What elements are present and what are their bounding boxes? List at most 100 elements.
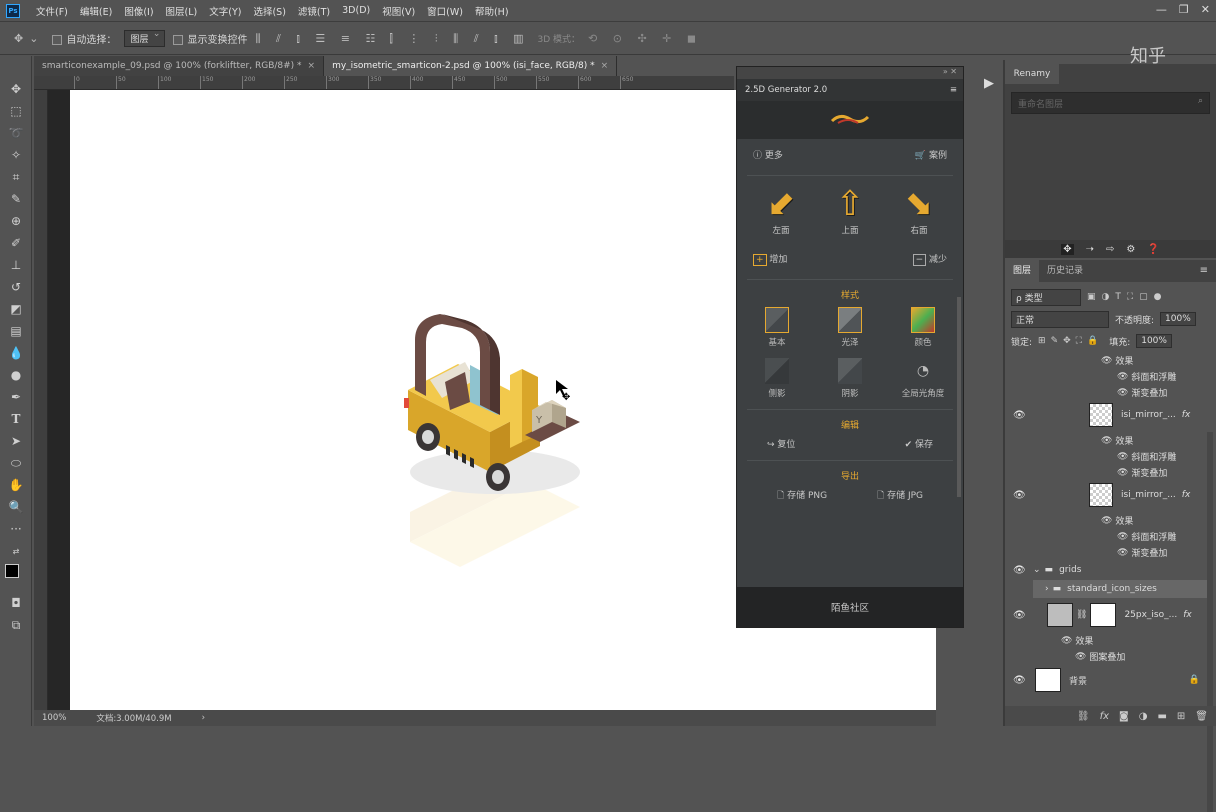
- cases-button[interactable]: 🛒 案例: [915, 148, 947, 161]
- layer-effects-row[interactable]: 👁 效果: [1101, 514, 1216, 528]
- add-mask-icon[interactable]: ◙: [1119, 711, 1129, 722]
- move-icon[interactable]: ✥: [1061, 243, 1074, 255]
- style-basic-button[interactable]: 基本: [747, 307, 807, 348]
- eye-icon[interactable]: 👁: [1117, 468, 1128, 478]
- style-gloss-button[interactable]: 光泽: [820, 307, 880, 348]
- save-jpg-button[interactable]: 🗋 存储 JPG: [877, 488, 923, 504]
- type-tool-icon[interactable]: T: [0, 408, 32, 430]
- style-color-button[interactable]: 颜色: [893, 307, 953, 348]
- style-shadow-button[interactable]: 阴影: [820, 358, 880, 399]
- more-button[interactable]: ⓘ 更多: [753, 148, 783, 161]
- hand-tool-icon[interactable]: ✋: [0, 474, 32, 496]
- lock-icon[interactable]: 🔒: [1189, 675, 1200, 685]
- layer-filter-dropdown[interactable]: ρ 类型: [1011, 288, 1081, 306]
- layer-effect-gradient[interactable]: 👁 渐变叠加: [1117, 386, 1216, 400]
- eye-icon[interactable]: 👁: [1075, 652, 1086, 662]
- renamy-search-input[interactable]: 重命名图层 ⌕: [1011, 92, 1210, 114]
- lasso-tool-icon[interactable]: ➰: [0, 122, 32, 144]
- fill-input[interactable]: 100%: [1136, 334, 1172, 348]
- eye-icon[interactable]: 👁: [1117, 372, 1128, 382]
- crop-tool-icon[interactable]: ⌗: [0, 166, 32, 188]
- menu-file[interactable]: 文件(F): [30, 4, 74, 18]
- fx-badge[interactable]: fx: [1182, 410, 1191, 420]
- layer-group-grids[interactable]: 👁 ⌄ ▬ grids: [1005, 562, 1208, 578]
- link-icon[interactable]: ⛓: [1076, 610, 1087, 620]
- layer-group-standard-icon-sizes[interactable]: › ▬ standard_icon_sizes: [1033, 580, 1208, 598]
- tab-isometric-doc[interactable]: my_isometric_smarticon-2.psd @ 100% (isi…: [324, 56, 618, 76]
- layer-effects-row[interactable]: 👁 效果: [1101, 354, 1216, 368]
- save-png-button[interactable]: 🗋 存储 PNG: [777, 488, 827, 504]
- global-light-button[interactable]: ◔ 全局光角度: [893, 358, 953, 399]
- forward-icon[interactable]: ⇨: [1106, 244, 1114, 255]
- fx-icon[interactable]: fx: [1100, 711, 1109, 722]
- pen-tool-icon[interactable]: ✒: [0, 386, 32, 408]
- eye-icon[interactable]: 👁: [1061, 636, 1072, 646]
- color-swatches[interactable]: [0, 562, 31, 592]
- top-face-button[interactable]: ⇧ 上面: [822, 184, 878, 236]
- align-icons[interactable]: ⫼ ⫽ ⫾ ☰ ≡ ☷: [255, 32, 381, 46]
- foreground-color[interactable]: [5, 564, 19, 578]
- menu-image[interactable]: 图像(I): [118, 4, 159, 18]
- reset-button[interactable]: ↪ 复位: [767, 437, 795, 450]
- eye-icon[interactable]: 👁: [1117, 532, 1128, 542]
- screen-mode-icon[interactable]: ⧉: [0, 614, 32, 636]
- stamp-tool-icon[interactable]: ⊥: [0, 254, 32, 276]
- dodge-tool-icon[interactable]: ●: [0, 364, 32, 386]
- gradient-tool-icon[interactable]: ▤: [0, 320, 32, 342]
- arrow-right-icon[interactable]: ➝: [1086, 244, 1094, 255]
- delete-layer-icon[interactable]: 🗑: [1195, 711, 1208, 722]
- generator-scrollbar[interactable]: [957, 297, 961, 497]
- eye-icon[interactable]: 👁: [1117, 452, 1128, 462]
- eye-icon[interactable]: 👁: [1013, 610, 1026, 621]
- save-button[interactable]: ✔ 保存: [905, 437, 933, 450]
- eye-icon[interactable]: 👁: [1117, 548, 1128, 558]
- menu-window[interactable]: 窗口(W): [421, 4, 469, 18]
- restore-icon[interactable]: ❐: [1179, 3, 1189, 16]
- path-selection-tool-icon[interactable]: ➤: [0, 430, 32, 452]
- menu-edit[interactable]: 编辑(E): [74, 4, 118, 18]
- eye-icon[interactable]: 👁: [1101, 356, 1112, 366]
- layer-filter-icons[interactable]: ▣◑T⛶▢●: [1087, 292, 1168, 302]
- community-link[interactable]: 陌鱼社区: [737, 587, 963, 627]
- left-face-button[interactable]: ⬋ 左面: [753, 184, 809, 236]
- history-brush-tool-icon[interactable]: ↺: [0, 276, 32, 298]
- close-tab-icon[interactable]: ×: [308, 61, 316, 71]
- decrease-button[interactable]: − 减少: [912, 252, 947, 266]
- layer-25px-iso[interactable]: 👁 ⛓ 25px_iso_... fx: [1005, 600, 1208, 630]
- move-tool-icon[interactable]: ✥: [0, 78, 32, 100]
- menu-layer[interactable]: 图层(L): [160, 4, 204, 18]
- layers-scrollbar[interactable]: [1207, 432, 1213, 812]
- layer-effects-row[interactable]: 👁 效果: [1101, 434, 1216, 448]
- menu-3d[interactable]: 3D(D): [336, 5, 376, 16]
- status-arrow-icon[interactable]: ›: [202, 713, 205, 723]
- menu-type[interactable]: 文字(Y): [203, 4, 247, 18]
- menu-filter[interactable]: 滤镜(T): [292, 4, 336, 18]
- lock-icons[interactable]: ⊞✎✥⛶🔒: [1038, 336, 1103, 346]
- layer-effect-gradient[interactable]: 👁 渐变叠加: [1117, 466, 1216, 480]
- eye-icon[interactable]: 👁: [1101, 436, 1112, 446]
- tab-layers[interactable]: 图层: [1005, 260, 1040, 282]
- panel-menu-icon[interactable]: ≡: [950, 85, 957, 95]
- healing-tool-icon[interactable]: ⊕: [0, 210, 32, 232]
- eye-icon[interactable]: 👁: [1013, 675, 1026, 686]
- marquee-tool-icon[interactable]: ⬚: [0, 100, 32, 122]
- fx-badge[interactable]: fx: [1183, 610, 1192, 620]
- help-icon[interactable]: ❓: [1147, 244, 1159, 255]
- menu-help[interactable]: 帮助(H): [469, 4, 515, 18]
- tab-history[interactable]: 历史记录: [1039, 260, 1091, 282]
- brush-tool-icon[interactable]: ✐: [0, 232, 32, 254]
- blur-tool-icon[interactable]: 💧: [0, 342, 32, 364]
- style-silhouette-button[interactable]: 侧影: [747, 358, 807, 399]
- show-transform-checkbox[interactable]: 显示变换控件: [173, 31, 247, 46]
- settings-icon[interactable]: ⚙: [1126, 244, 1135, 255]
- more-tools-icon[interactable]: ···: [0, 518, 32, 540]
- layer-isi-mirror-1[interactable]: 👁 isi_mirror_... fx: [1005, 400, 1208, 430]
- tab-renamy[interactable]: Renamy: [1005, 64, 1059, 84]
- eye-icon[interactable]: 👁: [1101, 516, 1112, 526]
- close-icon[interactable]: ✕: [1201, 3, 1210, 16]
- layer-effect-pattern[interactable]: 👁 图案叠加: [1075, 650, 1216, 664]
- zoom-tool-icon[interactable]: 🔍: [0, 496, 32, 518]
- eye-icon[interactable]: 👁: [1013, 565, 1026, 576]
- distribute-icons[interactable]: ⫿ ⋮ ⫶ ⫼ ⫽ ⫾ ▥: [389, 32, 529, 46]
- panel-collapse-icon[interactable]: » ✕: [737, 67, 963, 79]
